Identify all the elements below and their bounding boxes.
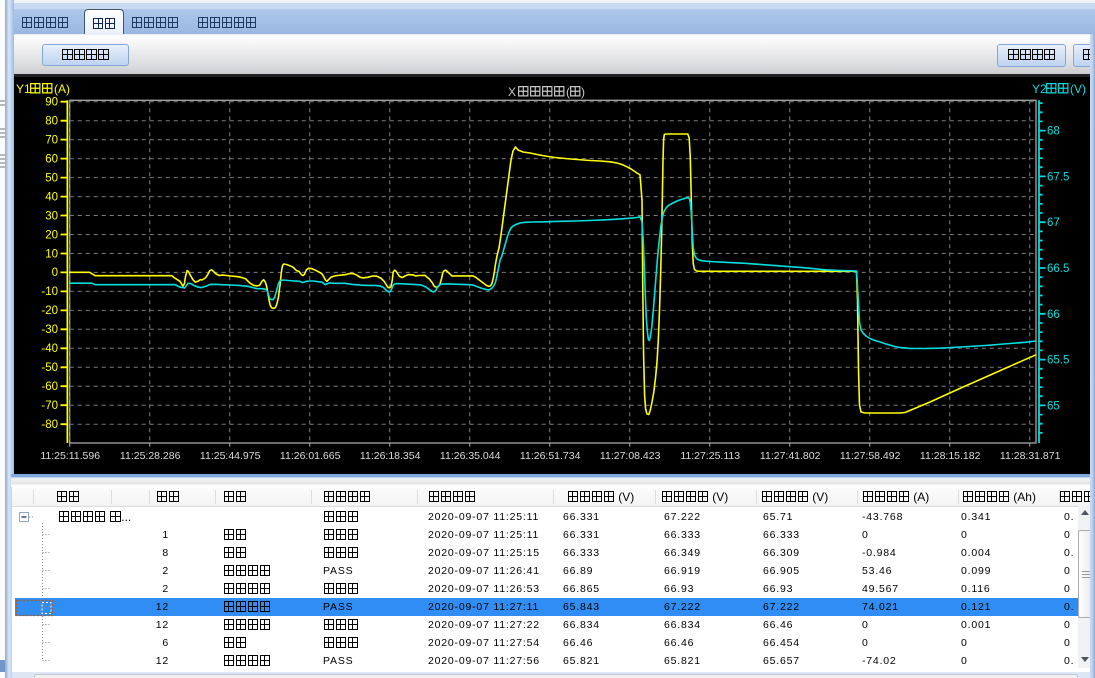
svg-text:-40: -40 [41,343,58,355]
svg-text:-30: -30 [41,324,58,336]
svg-text:11:27:58.492: 11:27:58.492 [840,450,901,462]
svg-text:-50: -50 [41,362,58,374]
svg-text:11:27:08.423: 11:27:08.423 [600,450,661,462]
svg-text:-80: -80 [41,419,58,431]
svg-text:65.5: 65.5 [1047,355,1069,367]
svg-text:X: X [508,85,516,99]
svg-text:11:26:18.354: 11:26:18.354 [360,450,421,462]
svg-text:80: 80 [45,116,58,128]
svg-text:-60: -60 [41,381,58,393]
svg-text:50: 50 [45,172,58,184]
svg-text:11:28:15.182: 11:28:15.182 [920,450,981,462]
svg-text:11:27:25.113: 11:27:25.113 [680,450,740,462]
svg-text:Y2: Y2 [1032,82,1047,96]
svg-text:-70: -70 [41,400,58,412]
svg-text:-20: -20 [41,305,58,317]
svg-text:60: 60 [45,153,58,165]
svg-text:0: 0 [52,267,58,279]
svg-text:40: 40 [45,191,58,203]
svg-text:11:25:11.596: 11:25:11.596 [40,450,100,462]
svg-text:66.5: 66.5 [1047,263,1069,275]
svg-text:11:26:51.734: 11:26:51.734 [520,450,581,462]
svg-text:Y1: Y1 [16,82,31,96]
svg-text:11:26:01.665: 11:26:01.665 [280,450,341,462]
svg-text:70: 70 [45,134,58,146]
svg-text:(V): (V) [1070,82,1086,96]
svg-text:10: 10 [45,248,58,260]
svg-text:11:25:44.975: 11:25:44.975 [200,450,261,462]
svg-text:(: ( [566,85,570,99]
svg-text:20: 20 [45,229,58,241]
svg-text:11:27:41.802: 11:27:41.802 [760,450,821,462]
svg-text:67: 67 [1047,217,1060,229]
svg-text:90: 90 [45,97,58,109]
svg-text:65: 65 [1047,400,1060,412]
svg-text:(A): (A) [54,82,70,96]
svg-text:68: 68 [1047,126,1060,138]
svg-text:-10: -10 [41,286,58,298]
svg-text:): ) [581,85,585,99]
svg-text:11:28:31.871: 11:28:31.871 [1000,450,1061,462]
svg-text:67.5: 67.5 [1047,171,1069,183]
svg-text:30: 30 [45,210,58,222]
svg-text:66: 66 [1047,309,1060,321]
svg-text:11:26:35.044: 11:26:35.044 [440,450,501,462]
svg-text:11:25:28.286: 11:25:28.286 [120,450,181,462]
